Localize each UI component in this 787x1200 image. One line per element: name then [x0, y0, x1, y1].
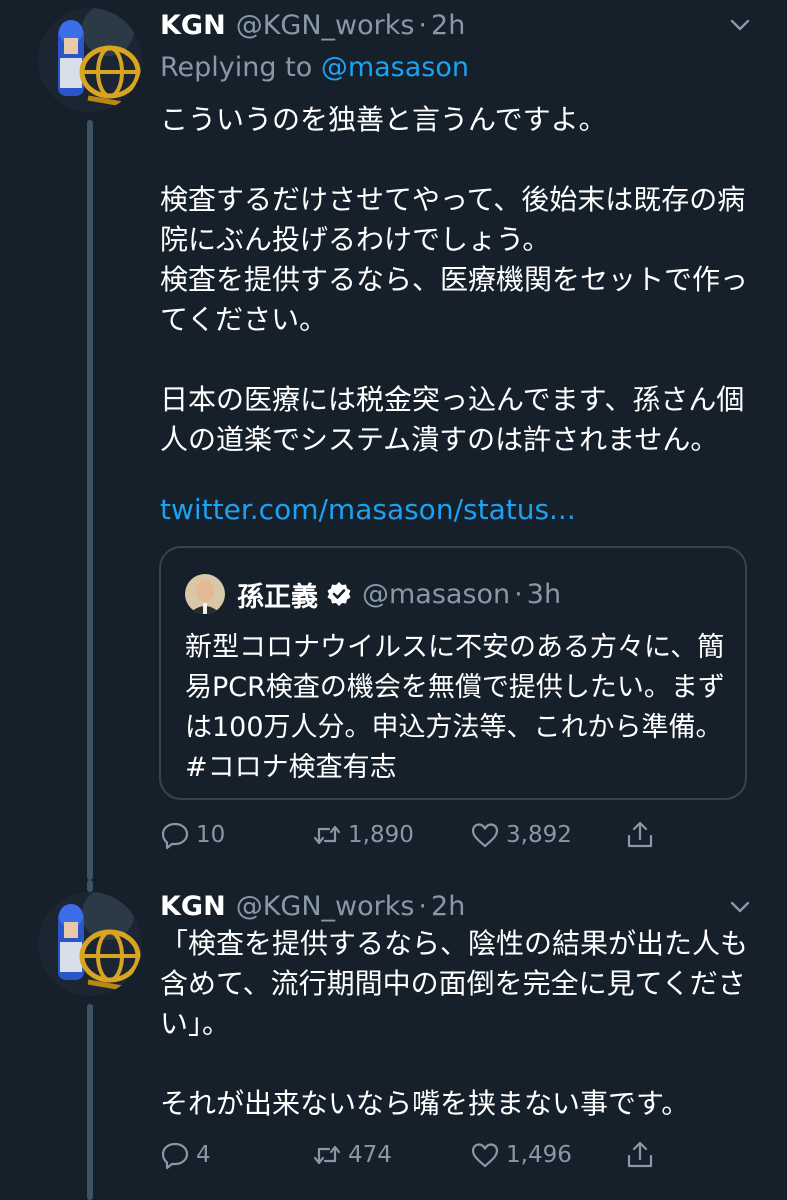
verified-badge-icon — [327, 582, 351, 606]
tweet-time[interactable]: 2h — [431, 891, 465, 922]
reply-icon — [161, 1142, 189, 1170]
tweet-actions: 4 474 1,496 — [160, 1135, 760, 1175]
chevron-down-icon[interactable] — [729, 896, 751, 918]
quoted-separator-dot: · — [514, 578, 523, 610]
author-name[interactable]: KGN — [160, 10, 226, 41]
tweet-time[interactable]: 2h — [431, 10, 465, 41]
reply-button[interactable]: 4 — [160, 1135, 211, 1175]
thread-line-top — [87, 880, 93, 892]
quoted-author-name: 孫正義 — [237, 581, 318, 613]
like-button[interactable]: 3,892 — [470, 815, 572, 855]
thread-line — [87, 1004, 93, 1200]
like-count: 3,892 — [506, 822, 572, 848]
replying-mention-link[interactable]: @masason — [321, 52, 469, 83]
author-handle[interactable]: @KGN_works — [236, 891, 415, 922]
share-icon — [627, 821, 653, 848]
tweet-header: KGN @KGN_works · 2h — [160, 886, 465, 926]
reply-icon — [161, 822, 189, 850]
quoted-author-handle: @masason — [362, 578, 511, 610]
retweet-icon — [313, 1145, 341, 1165]
tweet-link[interactable]: twitter.com/masason/status... — [160, 490, 760, 530]
retweet-count: 1,890 — [348, 822, 414, 848]
separator-dot: · — [418, 9, 428, 41]
like-icon — [471, 823, 499, 848]
retweet-button[interactable]: 1,890 — [312, 815, 414, 855]
tweet-text: 「検査を提供するなら、陰性の結果が出た人も含めて、流行期間中の面倒を完全に見てく… — [160, 927, 749, 1120]
reply-count: 10 — [196, 822, 226, 848]
tweet-header: KGN @KGN_works · 2h — [160, 5, 465, 45]
quoted-tweet-time: 3h — [526, 578, 562, 610]
author-avatar[interactable] — [38, 892, 142, 996]
like-count: 1,496 — [506, 1142, 572, 1168]
quoted-tweet-text: 新型コロナウイルスに不安のある方々に、簡易PCR検査の機会を無償で提供したい。ま… — [185, 632, 725, 783]
quoted-author-avatar — [185, 574, 225, 614]
share-button[interactable] — [625, 815, 661, 855]
author-avatar[interactable] — [38, 8, 142, 112]
quoted-tweet[interactable]: 孫正義 @masason · 3h 新型コロナウイルスに不安のある方々に、簡易P… — [159, 546, 747, 800]
author-handle[interactable]: @KGN_works — [236, 10, 415, 41]
tweet-text: こういうのを独善と言うんですよ。 検査するだけさせてやって、後始末は既存の病院に… — [160, 103, 749, 456]
replying-prefix: Replying to — [160, 52, 313, 83]
like-icon — [471, 1143, 499, 1168]
share-icon — [627, 1141, 653, 1168]
tweet-1[interactable]: KGN @KGN_works · 2h Replying to @masason… — [0, 0, 787, 880]
replying-to: Replying to @masason — [160, 52, 469, 83]
retweet-icon — [313, 825, 341, 845]
reply-button[interactable]: 10 — [160, 815, 225, 855]
tweet-actions: 10 1,890 3,892 — [160, 815, 760, 855]
thread-line — [87, 120, 93, 880]
separator-dot: · — [418, 890, 428, 922]
quoted-tweet-header: 孫正義 @masason · 3h — [237, 574, 561, 614]
retweet-button[interactable]: 474 — [312, 1135, 392, 1175]
retweet-count: 474 — [348, 1142, 392, 1168]
like-button[interactable]: 1,496 — [470, 1135, 572, 1175]
author-name[interactable]: KGN — [160, 891, 226, 922]
tweet-2[interactable]: KGN @KGN_works · 2h 「検査を提供するなら、陰性の結果が出た人… — [0, 880, 787, 1200]
share-button[interactable] — [625, 1135, 661, 1175]
chevron-down-icon[interactable] — [729, 14, 751, 36]
reply-count: 4 — [196, 1142, 211, 1168]
